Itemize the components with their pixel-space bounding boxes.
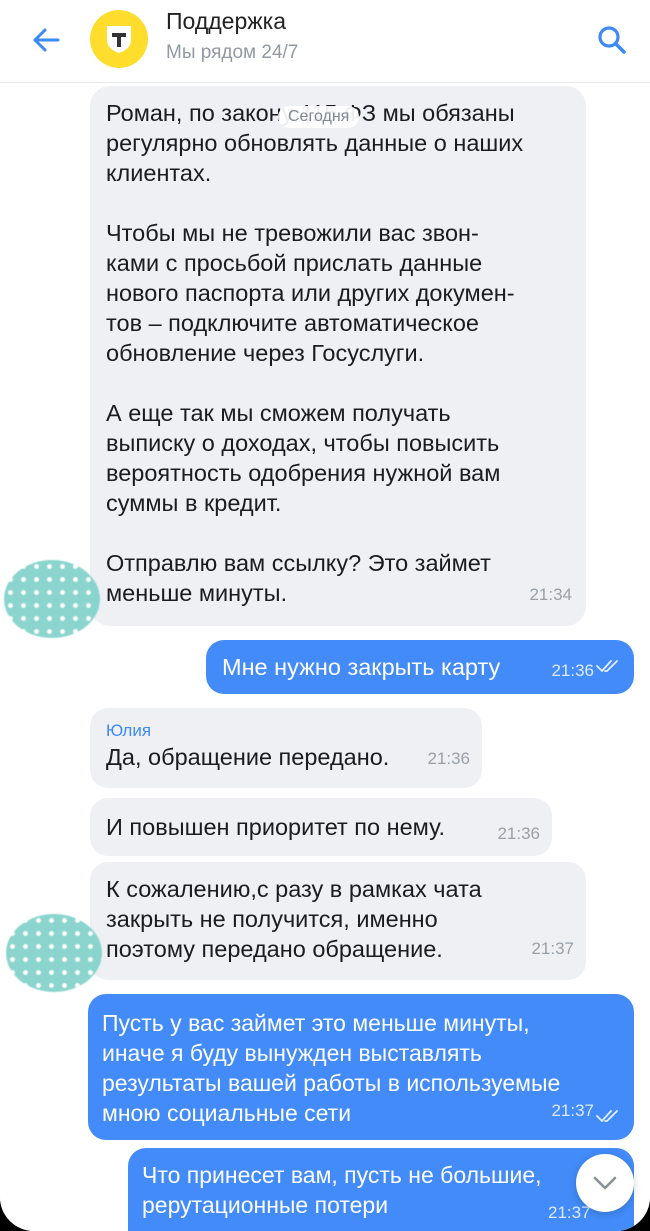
chat-header: Поддержка Мы рядом 24/7 — [0, 0, 650, 83]
message-paragraph: Отправлю вам ссылку? Это займет меньше м… — [106, 550, 491, 606]
support-avatar[interactable] — [90, 10, 148, 68]
message-time: 21:37 — [551, 1101, 594, 1120]
search-icon — [598, 26, 626, 54]
tinkoff-logo-icon — [107, 26, 131, 53]
message-time: 21:36 — [497, 824, 540, 843]
back-button[interactable] — [26, 22, 66, 58]
incoming-message[interactable]: Роман, по закону 115 ФЗ мы обязаны регул… — [90, 86, 586, 626]
message-time: 21:34 — [529, 585, 572, 604]
message-time: 21:36 — [551, 661, 594, 680]
incoming-message[interactable]: Юлия Да, обращение передано. 21:36 — [90, 708, 482, 788]
incoming-message[interactable]: К сожалению,с разу в рамках чата закрыть… — [90, 862, 586, 980]
outgoing-message[interactable]: Мне нужно закрыть карту 21:36 — [206, 640, 634, 694]
outgoing-message[interactable]: Пусть у вас займет это меньше минуты, ин… — [88, 994, 634, 1140]
message-time: 21:37 — [531, 939, 574, 958]
message-text: Да, обращение передано. — [106, 744, 390, 770]
incoming-message[interactable]: И повышен приоритет по нему. 21:36 — [90, 798, 552, 856]
chat-screen: Поддержка Мы рядом 24/7 Роман, по закону… — [0, 0, 650, 1231]
sticker-dots — [6, 914, 102, 992]
search-button[interactable] — [594, 22, 630, 58]
message-paragraph: А еще так мы сможем получать выписку о д… — [106, 400, 501, 516]
message-text: И повышен приоритет по нему. — [106, 814, 446, 840]
scroll-to-bottom-button[interactable] — [576, 1154, 634, 1212]
outgoing-message[interactable]: Что принесет вам, пусть не большие, реру… — [128, 1148, 634, 1231]
message-text: Пусть у вас займет это меньше минуты, ин… — [102, 1010, 561, 1126]
chat-subtitle: Мы рядом 24/7 — [166, 42, 299, 63]
chat-title[interactable]: Поддержка — [166, 8, 286, 35]
date-separator: Сегодня — [278, 106, 360, 128]
message-text: Мне нужно закрыть карту — [222, 654, 501, 680]
message-time: 21:36 — [427, 749, 470, 768]
chevron-down-icon — [593, 1176, 617, 1190]
message-paragraph: Чтобы мы не тревожили вас звон- ками с п… — [106, 220, 515, 366]
arrow-left-icon — [33, 28, 60, 52]
sticker-dots — [4, 560, 100, 638]
double-check-icon — [596, 660, 618, 673]
message-text: К сожалению,с разу в рамках чата закрыть… — [106, 876, 482, 962]
double-check-icon — [596, 1110, 618, 1123]
sender-name: Юлия — [106, 721, 152, 740]
